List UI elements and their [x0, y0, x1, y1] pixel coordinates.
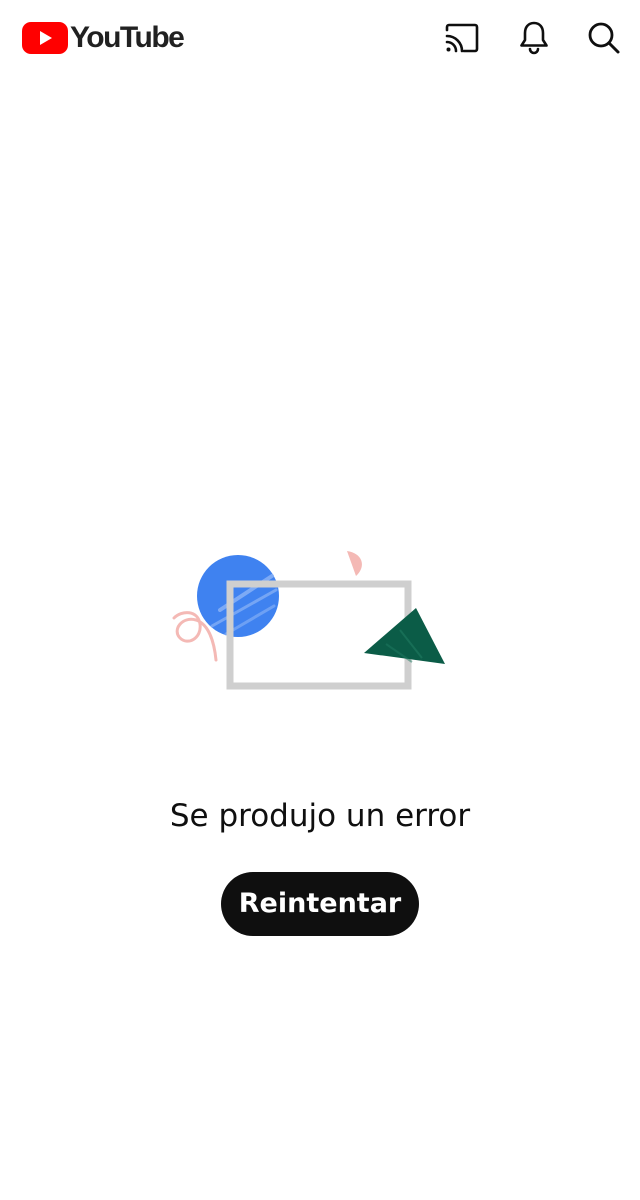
- search-icon: [588, 22, 620, 54]
- youtube-logo[interactable]: YouTube: [22, 20, 185, 56]
- error-illustration: [160, 540, 460, 710]
- app-screen: YouTube Se produjo un error Reintentar: [0, 0, 640, 1200]
- notifications-bell-icon: [520, 21, 548, 55]
- youtube-wordmark: YouTube: [70, 21, 185, 54]
- search-button[interactable]: [584, 18, 624, 58]
- top-app-bar: YouTube: [0, 0, 640, 80]
- cast-icon: [445, 23, 479, 53]
- error-message: Se produjo un error: [169, 798, 471, 834]
- cast-button[interactable]: [442, 18, 482, 58]
- pink-half-circle-shape: [347, 551, 362, 576]
- notifications-button[interactable]: [514, 18, 554, 58]
- retry-button[interactable]: Reintentar: [221, 872, 419, 936]
- youtube-play-icon: [22, 22, 68, 54]
